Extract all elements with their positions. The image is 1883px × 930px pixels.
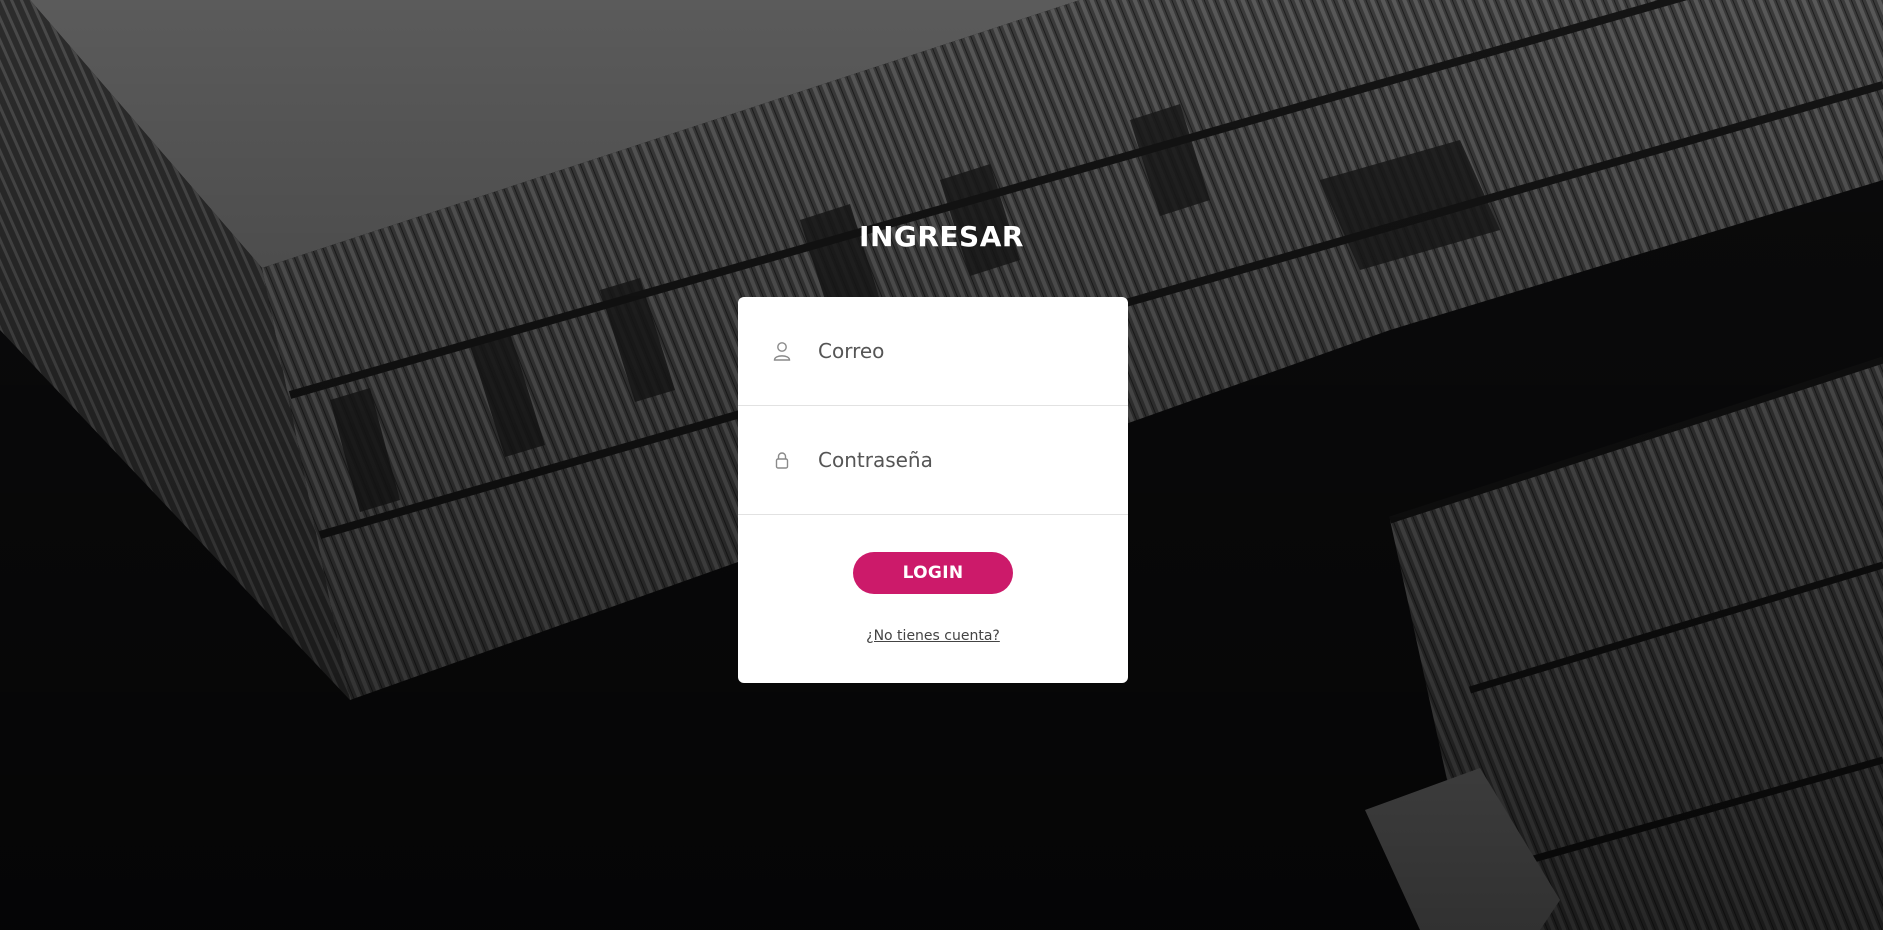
- user-icon: [772, 341, 792, 361]
- password-input[interactable]: [818, 448, 1108, 472]
- page-title: INGRESAR: [859, 220, 1024, 253]
- login-button[interactable]: LOGIN: [853, 552, 1013, 594]
- email-field-row: [738, 297, 1128, 406]
- email-input[interactable]: [818, 339, 1108, 363]
- signup-link[interactable]: ¿No tienes cuenta?: [738, 628, 1128, 644]
- lock-icon: [772, 450, 792, 470]
- login-card: LOGIN ¿No tienes cuenta?: [738, 297, 1128, 683]
- password-field-row: [738, 406, 1128, 515]
